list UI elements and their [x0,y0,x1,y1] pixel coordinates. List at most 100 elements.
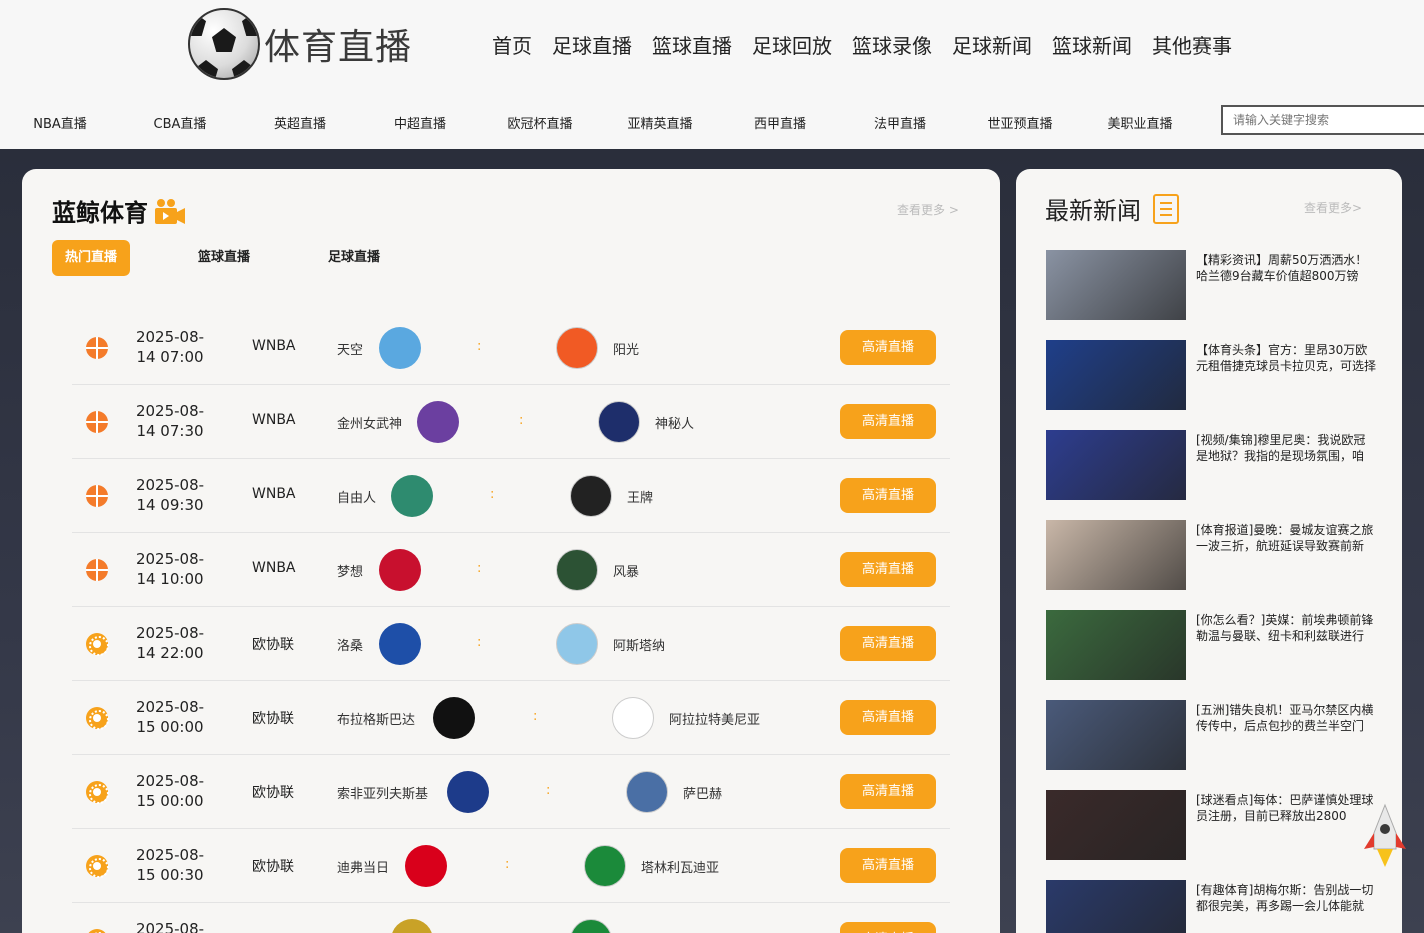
main-nav-home[interactable]: 首页 [492,30,532,59]
sub-nav-item[interactable]: 亚精英直播 [600,113,720,132]
sub-nav-item[interactable]: CBA直播 [120,113,240,132]
news-item[interactable]: 【精彩资讯】周薪50万洒洒水！哈兰德9台藏车价值超800万镑 [1046,250,1386,340]
match-list: 2025-08- 14 07:00 WNBA 天空 : 阳光 高清直播 2025-… [72,311,950,933]
news-item[interactable]: 【体育头条】官方：里昂30万欧元租借捷克球员卡拉贝克，可选择 [1046,340,1386,430]
match-league: WNBA [252,486,296,502]
soccer-ball-icon [86,707,109,730]
news-headline[interactable]: [球迷看点]每体：巴萨谨慎处理球员注册，目前已释放出2800 [1196,792,1376,824]
match-date: 2025-08- [135,920,205,933]
news-headline[interactable]: [五洲]错失良机！亚马尔禁区内横传传中，后点包抄的费兰半空门 [1196,702,1376,734]
match-date: 2025-08- [135,476,205,494]
away-team-logo-icon [556,549,598,591]
match-row: 2025-08- : 高清直播 [72,903,950,933]
hd-live-button[interactable]: 高清直播 [840,922,936,933]
match-time: 2025-08- 15 00:30 [130,845,210,885]
tab-football-live[interactable]: 足球直播 [318,240,390,276]
main-nav-basketball-video[interactable]: 篮球录像 [852,30,932,59]
match-clock: 15 00:00 [136,718,204,736]
tab-hot-live[interactable]: 热门直播 [52,240,130,276]
news-thumbnail[interactable] [1046,610,1186,680]
sub-nav-item[interactable]: 欧冠杯直播 [480,113,600,132]
match-league: WNBA [252,560,296,576]
away-team-name: 阿斯塔纳 [613,639,666,654]
score-separator: : [519,413,524,428]
match-time: 2025-08- 14 09:30 [130,475,210,515]
news-item[interactable]: [你怎么看？]英媒：前埃弗顿前锋勒温与曼联、纽卡和利兹联进行 [1046,610,1386,700]
match-time: 2025-08- 14 07:30 [130,401,210,441]
hd-live-button[interactable]: 高清直播 [840,478,936,513]
home-team-logo-icon [379,623,421,665]
sub-nav-item[interactable]: 法甲直播 [840,113,960,132]
news-item[interactable]: [有趣体育]胡梅尔斯：告别战一切都很完美，再多踢一会儿体能就 [1046,880,1386,933]
sub-nav-item[interactable]: 英超直播 [240,113,360,132]
hd-live-button[interactable]: 高清直播 [840,552,936,587]
match-clock: 14 09:30 [136,496,204,514]
sub-nav-item[interactable]: 美职业直播 [1080,113,1200,132]
score-separator: : [546,783,551,798]
news-headline[interactable]: 【精彩资讯】周薪50万洒洒水！哈兰德9台藏车价值超800万镑 [1196,252,1376,284]
news-thumbnail[interactable] [1046,520,1186,590]
match-row: 2025-08- 14 07:30 WNBA 金州女武神 : 神秘人 高清直播 [72,385,950,459]
soccer-ball-icon [86,781,109,804]
tab-basketball-live[interactable]: 篮球直播 [188,240,260,276]
score-separator: : [505,857,510,872]
site-logo[interactable]: 体育直播 [188,8,412,80]
news-thumbnail[interactable] [1046,880,1186,933]
news-thumbnail[interactable] [1046,250,1186,320]
hd-live-button[interactable]: 高清直播 [840,848,936,883]
news-thumbnail[interactable] [1046,340,1186,410]
sub-nav-item[interactable]: 世亚预直播 [960,113,1080,132]
main-nav-football-live[interactable]: 足球直播 [552,30,632,59]
sub-nav-item[interactable]: 中超直播 [360,113,480,132]
news-headline[interactable]: [你怎么看？]英媒：前埃弗顿前锋勒温与曼联、纽卡和利兹联进行 [1196,612,1376,644]
news-headline[interactable]: [体育报道]曼晚：曼城友谊赛之旅一波三折，航班延误导致赛前新 [1196,522,1376,554]
news-item[interactable]: [体育报道]曼晚：曼城友谊赛之旅一波三折，航班延误导致赛前新 [1046,520,1386,610]
match-row: 2025-08- 15 00:30 欧协联 迪弗当日 : 塔林利瓦迪亚 高清直播 [72,829,950,903]
header: 体育直播 首页 足球直播 篮球直播 足球回放 篮球录像 足球新闻 篮球新闻 其他… [0,0,1424,95]
home-team-name: 洛桑 [337,639,364,654]
back-to-top-rocket-icon[interactable] [1362,803,1408,869]
sub-nav-item[interactable]: NBA直播 [0,113,120,132]
home-team-logo-icon [433,697,475,739]
score-separator: : [477,339,482,354]
hd-live-button[interactable]: 高清直播 [840,330,936,365]
match-row: 2025-08- 14 22:00 欧协联 洛桑 : 阿斯塔纳 高清直播 [72,607,950,681]
score-separator: : [477,561,482,576]
soccer-ball-icon [188,8,260,80]
news-thumbnail[interactable] [1046,700,1186,770]
main-nav-basketball-news[interactable]: 篮球新闻 [1052,30,1132,59]
main-nav-football-replay[interactable]: 足球回放 [752,30,832,59]
main-nav-basketball-live[interactable]: 篮球直播 [652,30,732,59]
score-separator: : [490,487,495,502]
hd-live-button[interactable]: 高清直播 [840,774,936,809]
news-headline[interactable]: [视频/集锦]穆里尼奥：我说欧冠是地狱？我指的是现场氛围，咱 [1196,432,1376,464]
match-date: 2025-08- [135,550,205,568]
main-nav-football-news[interactable]: 足球新闻 [952,30,1032,59]
news-thumbnail[interactable] [1046,430,1186,500]
news-headline[interactable]: [有趣体育]胡梅尔斯：告别战一切都很完美，再多踢一会儿体能就 [1196,882,1376,914]
match-date: 2025-08- [135,846,205,864]
hd-live-button[interactable]: 高清直播 [840,404,936,439]
news-item[interactable]: [视频/集锦]穆里尼奥：我说欧冠是地狱？我指的是现场氛围，咱 [1046,430,1386,520]
match-clock: 14 07:30 [136,422,204,440]
home-team-logo-icon [405,845,447,887]
away-team-logo-icon [570,919,612,933]
home-team-name: 自由人 [337,491,377,506]
hd-live-button[interactable]: 高清直播 [840,626,936,661]
live-more-link[interactable]: 查看更多 > [897,201,959,218]
main-nav-other-events[interactable]: 其他赛事 [1152,30,1232,59]
news-more-link[interactable]: 查看更多> [1304,199,1362,216]
away-team-logo-icon [626,771,668,813]
news-item[interactable]: [五洲]错失良机！亚马尔禁区内横传传中，后点包抄的费兰半空门 [1046,700,1386,790]
match-league: 欧协联 [252,859,294,875]
search-input[interactable] [1221,105,1424,135]
news-section-title: 最新新闻 [1045,197,1141,225]
sub-nav-item[interactable]: 西甲直播 [720,113,840,132]
news-headline[interactable]: 【体育头条】官方：里昂30万欧元租借捷克球员卡拉贝克，可选择 [1196,342,1376,374]
video-camera-icon [154,198,186,224]
hd-live-button[interactable]: 高清直播 [840,700,936,735]
match-league: 欧协联 [252,785,294,801]
news-thumbnail[interactable] [1046,790,1186,860]
news-item[interactable]: [球迷看点]每体：巴萨谨慎处理球员注册，目前已释放出2800 [1046,790,1386,880]
home-team-logo-icon [379,549,421,591]
